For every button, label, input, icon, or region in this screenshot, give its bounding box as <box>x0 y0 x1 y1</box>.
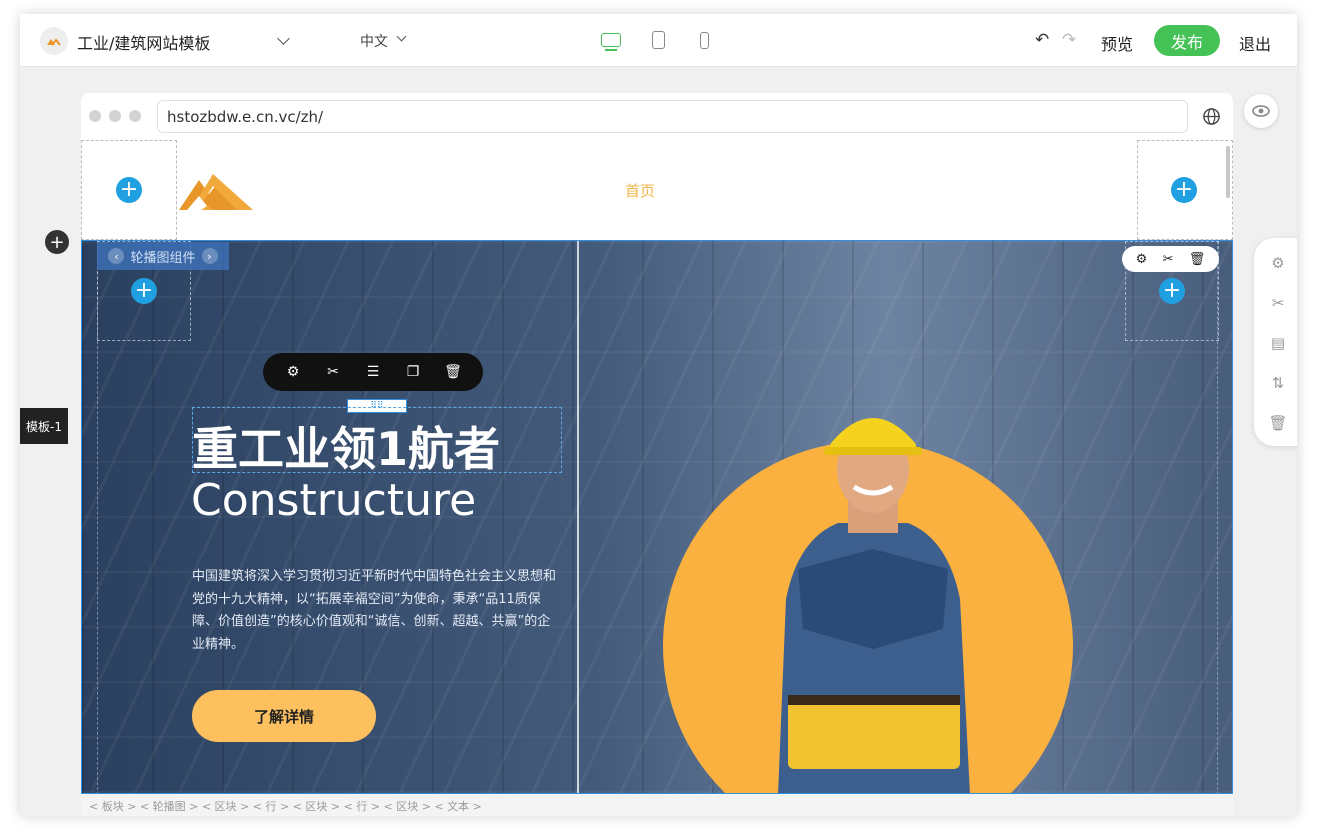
trash-icon[interactable]: 🗑 <box>1189 252 1206 267</box>
gear-icon[interactable]: ⚙ <box>1268 254 1288 274</box>
gear-icon[interactable]: ⚙ <box>283 364 303 380</box>
carousel-label: 轮播图组件 <box>130 250 196 266</box>
trash-icon[interactable]: 🗑 <box>1268 414 1288 434</box>
window-dot <box>129 110 141 122</box>
learn-more-button[interactable]: 了解详情 <box>192 690 376 742</box>
style-tools-icon[interactable]: ✂ <box>323 364 343 380</box>
element-breadcrumb[interactable]: < 板块 > < 轮播图 > < 区块 > < 行 > < 区块 > < 行 >… <box>81 794 1233 816</box>
add-block-button[interactable]: + <box>116 177 142 203</box>
gear-icon[interactable]: ⚙ <box>1136 252 1148 267</box>
site-logo-icon[interactable] <box>40 27 68 55</box>
hero-title[interactable]: 重工业领1航者 <box>192 413 500 479</box>
globe-icon[interactable] <box>1202 107 1221 126</box>
preview-scrollbar[interactable] <box>1226 146 1230 198</box>
chevron-down-icon <box>396 31 407 42</box>
preview-browser: hstozbdw.e.cn.vc/zh/ + 首页 + + + ‹ 轮播图组件 … <box>81 93 1233 816</box>
chevron-right-icon[interactable]: › <box>201 248 218 264</box>
redo-icon[interactable]: ↷ <box>1062 30 1076 50</box>
page-icon[interactable]: ▤ <box>1268 334 1288 354</box>
editor-app: 工业/建筑网站模板 中文 ↶ ↷ 预览 发布 退出 + 模板-1 ⚙ ✂ ▤ ⇅… <box>20 14 1297 816</box>
add-block-button[interactable]: + <box>1171 177 1197 203</box>
hero-carousel: + + ‹ 轮播图组件 › ⚙ ✂ 🗑 ⚙ ✂ ☰ ❐ 🗑 ⠿⠿ 重工业领1航者… <box>81 240 1233 794</box>
language-label: 中文 <box>360 34 388 50</box>
copy-icon[interactable]: ❐ <box>403 364 423 380</box>
hero-description[interactable]: 中国建筑将深入学习贯彻习近平新时代中国特色社会主义思想和党的十九大精神，以“拓展… <box>192 566 562 656</box>
align-icon[interactable]: ☰ <box>363 364 383 380</box>
desktop-icon[interactable] <box>601 33 621 47</box>
window-dot <box>109 110 121 122</box>
window-dots <box>89 110 141 122</box>
style-tools-icon[interactable]: ✂ <box>1163 252 1174 267</box>
site-header: + 首页 + <box>81 140 1233 240</box>
language-selector[interactable]: 中文 <box>360 31 407 51</box>
add-section-button[interactable]: + <box>45 230 69 254</box>
text-toolbar: ⚙ ✂ ☰ ❐ 🗑 <box>263 353 483 391</box>
publish-button[interactable]: 发布 <box>1154 25 1220 56</box>
site-dropdown-chevron-icon[interactable] <box>277 32 290 45</box>
trash-icon[interactable]: 🗑 <box>443 364 463 380</box>
editor-topbar: 工业/建筑网站模板 中文 ↶ ↷ 预览 发布 退出 <box>20 14 1297 67</box>
eye-icon[interactable] <box>1244 94 1278 128</box>
column-divider <box>577 241 579 793</box>
right-tool-panel: ⚙ ✂ ▤ ⇅ 🗑 <box>1254 238 1297 446</box>
chevron-left-icon[interactable]: ‹ <box>108 248 125 264</box>
nav-item-home[interactable]: 首页 <box>625 180 655 201</box>
undo-icon[interactable]: ↶ <box>1035 30 1049 50</box>
add-block-button[interactable]: + <box>131 278 157 304</box>
hero-subtitle[interactable]: Constructure <box>191 475 476 526</box>
sort-icon[interactable]: ⇅ <box>1268 374 1288 394</box>
tablet-icon[interactable] <box>652 31 665 49</box>
template-label[interactable]: 模板-1 <box>20 408 68 444</box>
worker-image <box>778 418 970 793</box>
exit-button[interactable]: 退出 <box>1239 31 1271 55</box>
carousel-component-tag[interactable]: ‹ 轮播图组件 › <box>97 242 229 270</box>
site-name[interactable]: 工业/建筑网站模板 <box>77 30 210 54</box>
company-logo[interactable] <box>179 166 255 212</box>
window-dot <box>89 110 101 122</box>
style-tools-icon[interactable]: ✂ <box>1268 294 1288 314</box>
add-block-button[interactable]: + <box>1159 278 1185 304</box>
url-bar[interactable]: hstozbdw.e.cn.vc/zh/ <box>157 100 1188 133</box>
desktop-stand <box>605 49 617 51</box>
preview-button[interactable]: 预览 <box>1101 31 1133 55</box>
mobile-icon[interactable] <box>700 32 709 49</box>
block-toolbar: ⚙ ✂ 🗑 <box>1122 246 1219 272</box>
